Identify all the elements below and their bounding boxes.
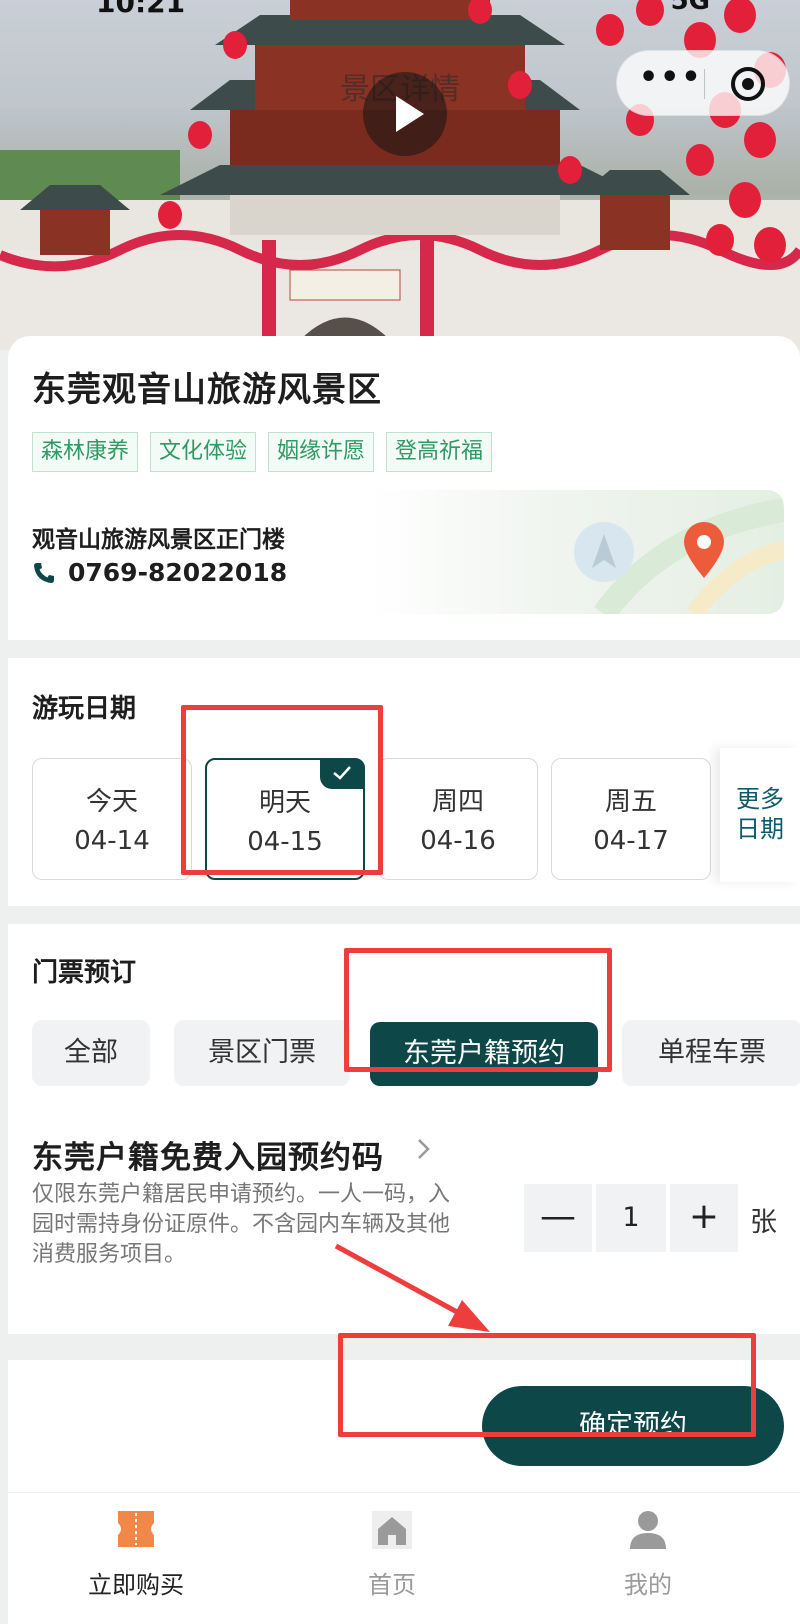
date-value: 04-16: [420, 826, 496, 856]
action-footer: 确定预约: [8, 1360, 800, 1492]
check-icon: [333, 766, 351, 780]
product-description: 仅限东莞户籍居民申请预约。一人一码，入园时需持身份证原件。不含园内车辆及其他消费…: [32, 1182, 451, 1267]
tag-item: 文化体验: [150, 432, 257, 472]
phone-icon: [34, 562, 54, 583]
address-text: 观音山旅游风景区正门楼: [32, 527, 285, 553]
chevron-right-icon[interactable]: [413, 1132, 435, 1166]
tab-home[interactable]: 首页: [312, 1507, 472, 1600]
address-box[interactable]: 观音山旅游风景区正门楼 0769-82022018: [32, 490, 784, 614]
date-option-thursday[interactable]: 周四 04-16: [378, 758, 538, 880]
ticket-tabs: 全部 景区门票 东莞户籍预约 单程车票: [32, 1020, 800, 1086]
mini-program-capsule: •••: [616, 50, 790, 116]
spot-name: 东莞观音山旅游风景区: [32, 370, 382, 410]
hero-image: 10:21 5G 景区详情 •••: [0, 0, 800, 350]
date-weekday: 周五: [604, 787, 657, 817]
date-value: 04-17: [593, 826, 669, 856]
play-video-button[interactable]: [363, 72, 447, 156]
date-option-tomorrow[interactable]: 明天 04-15: [205, 758, 365, 880]
ticket-section-title: 门票预订: [32, 958, 137, 988]
tab-all[interactable]: 全部: [32, 1020, 150, 1086]
decrease-button[interactable]: —: [524, 1184, 592, 1252]
capsule-divider: [704, 69, 705, 99]
date-list: 今天 04-14 明天 04-15 周四 04-16 周五 04-17: [32, 758, 800, 882]
date-value: 04-14: [74, 826, 150, 856]
bottom-tab-bar: 立即购买 首页 我的: [8, 1492, 800, 1624]
phone-row[interactable]: 0769-82022018: [32, 558, 287, 587]
phone-number: 0769-82022018: [68, 558, 288, 587]
tab-one-way-bus[interactable]: 单程车票: [622, 1020, 800, 1086]
user-icon: [630, 1511, 666, 1549]
tab-dongguan-residents[interactable]: 东莞户籍预约: [370, 1022, 598, 1086]
date-value: 04-15: [247, 827, 323, 857]
date-option-today[interactable]: 今天 04-14: [32, 758, 192, 880]
more-menu-icon[interactable]: •••: [639, 63, 701, 97]
tab-buy-now[interactable]: 立即购买: [56, 1507, 216, 1600]
status-signal: 5G: [670, 0, 710, 16]
tag-item: 姻缘许愿: [268, 432, 375, 472]
quantity-unit: 张: [750, 1207, 777, 1238]
close-target-icon[interactable]: [731, 67, 765, 101]
map-pin-icon[interactable]: [680, 520, 728, 580]
ticket-section: 门票预订 全部 景区门票 东莞户籍预约 单程车票 东莞户籍免费入园预约码 仅限东…: [8, 924, 800, 1334]
tab-scenic-tickets[interactable]: 景区门票: [174, 1020, 350, 1086]
map-thumbnail: [574, 498, 784, 614]
tag-item: 登高祈福: [386, 432, 493, 472]
status-time: 10:21: [96, 0, 186, 19]
date-weekday: 周四: [431, 787, 484, 817]
date-option-friday[interactable]: 周五 04-17: [551, 758, 711, 880]
tab-mine[interactable]: 我的: [568, 1507, 728, 1600]
date-weekday: 今天: [85, 787, 138, 817]
more-dates-button[interactable]: 更多 日期: [720, 748, 800, 882]
spot-info-card: 东莞观音山旅游风景区 森林康养 文化体验 姻缘许愿 登高祈福 观音山旅游风景区正…: [8, 336, 800, 640]
tag-item: 森林康养: [32, 432, 139, 472]
home-icon: [372, 1511, 412, 1549]
date-section-title: 游玩日期: [32, 694, 137, 724]
status-bar: 10:21 5G: [0, 0, 800, 19]
tab-label: 立即购买: [88, 1571, 184, 1599]
ticket-icon: [118, 1511, 154, 1547]
date-section: 游玩日期 今天 04-14 明天 04-15 周四 04-16 周五 04-17…: [8, 658, 800, 906]
quantity-stepper: — 1 +: [524, 1184, 738, 1252]
increase-button[interactable]: +: [670, 1184, 738, 1252]
tab-label: 首页: [368, 1571, 416, 1599]
spot-tags: 森林康养 文化体验 姻缘许愿 登高祈福: [32, 432, 493, 472]
confirm-booking-button[interactable]: 确定预约: [482, 1386, 784, 1466]
quantity-value[interactable]: 1: [596, 1184, 666, 1252]
tab-label: 我的: [624, 1571, 672, 1599]
selected-check-badge: [320, 759, 364, 789]
product-title[interactable]: 东莞户籍免费入园预约码: [32, 1132, 384, 1177]
